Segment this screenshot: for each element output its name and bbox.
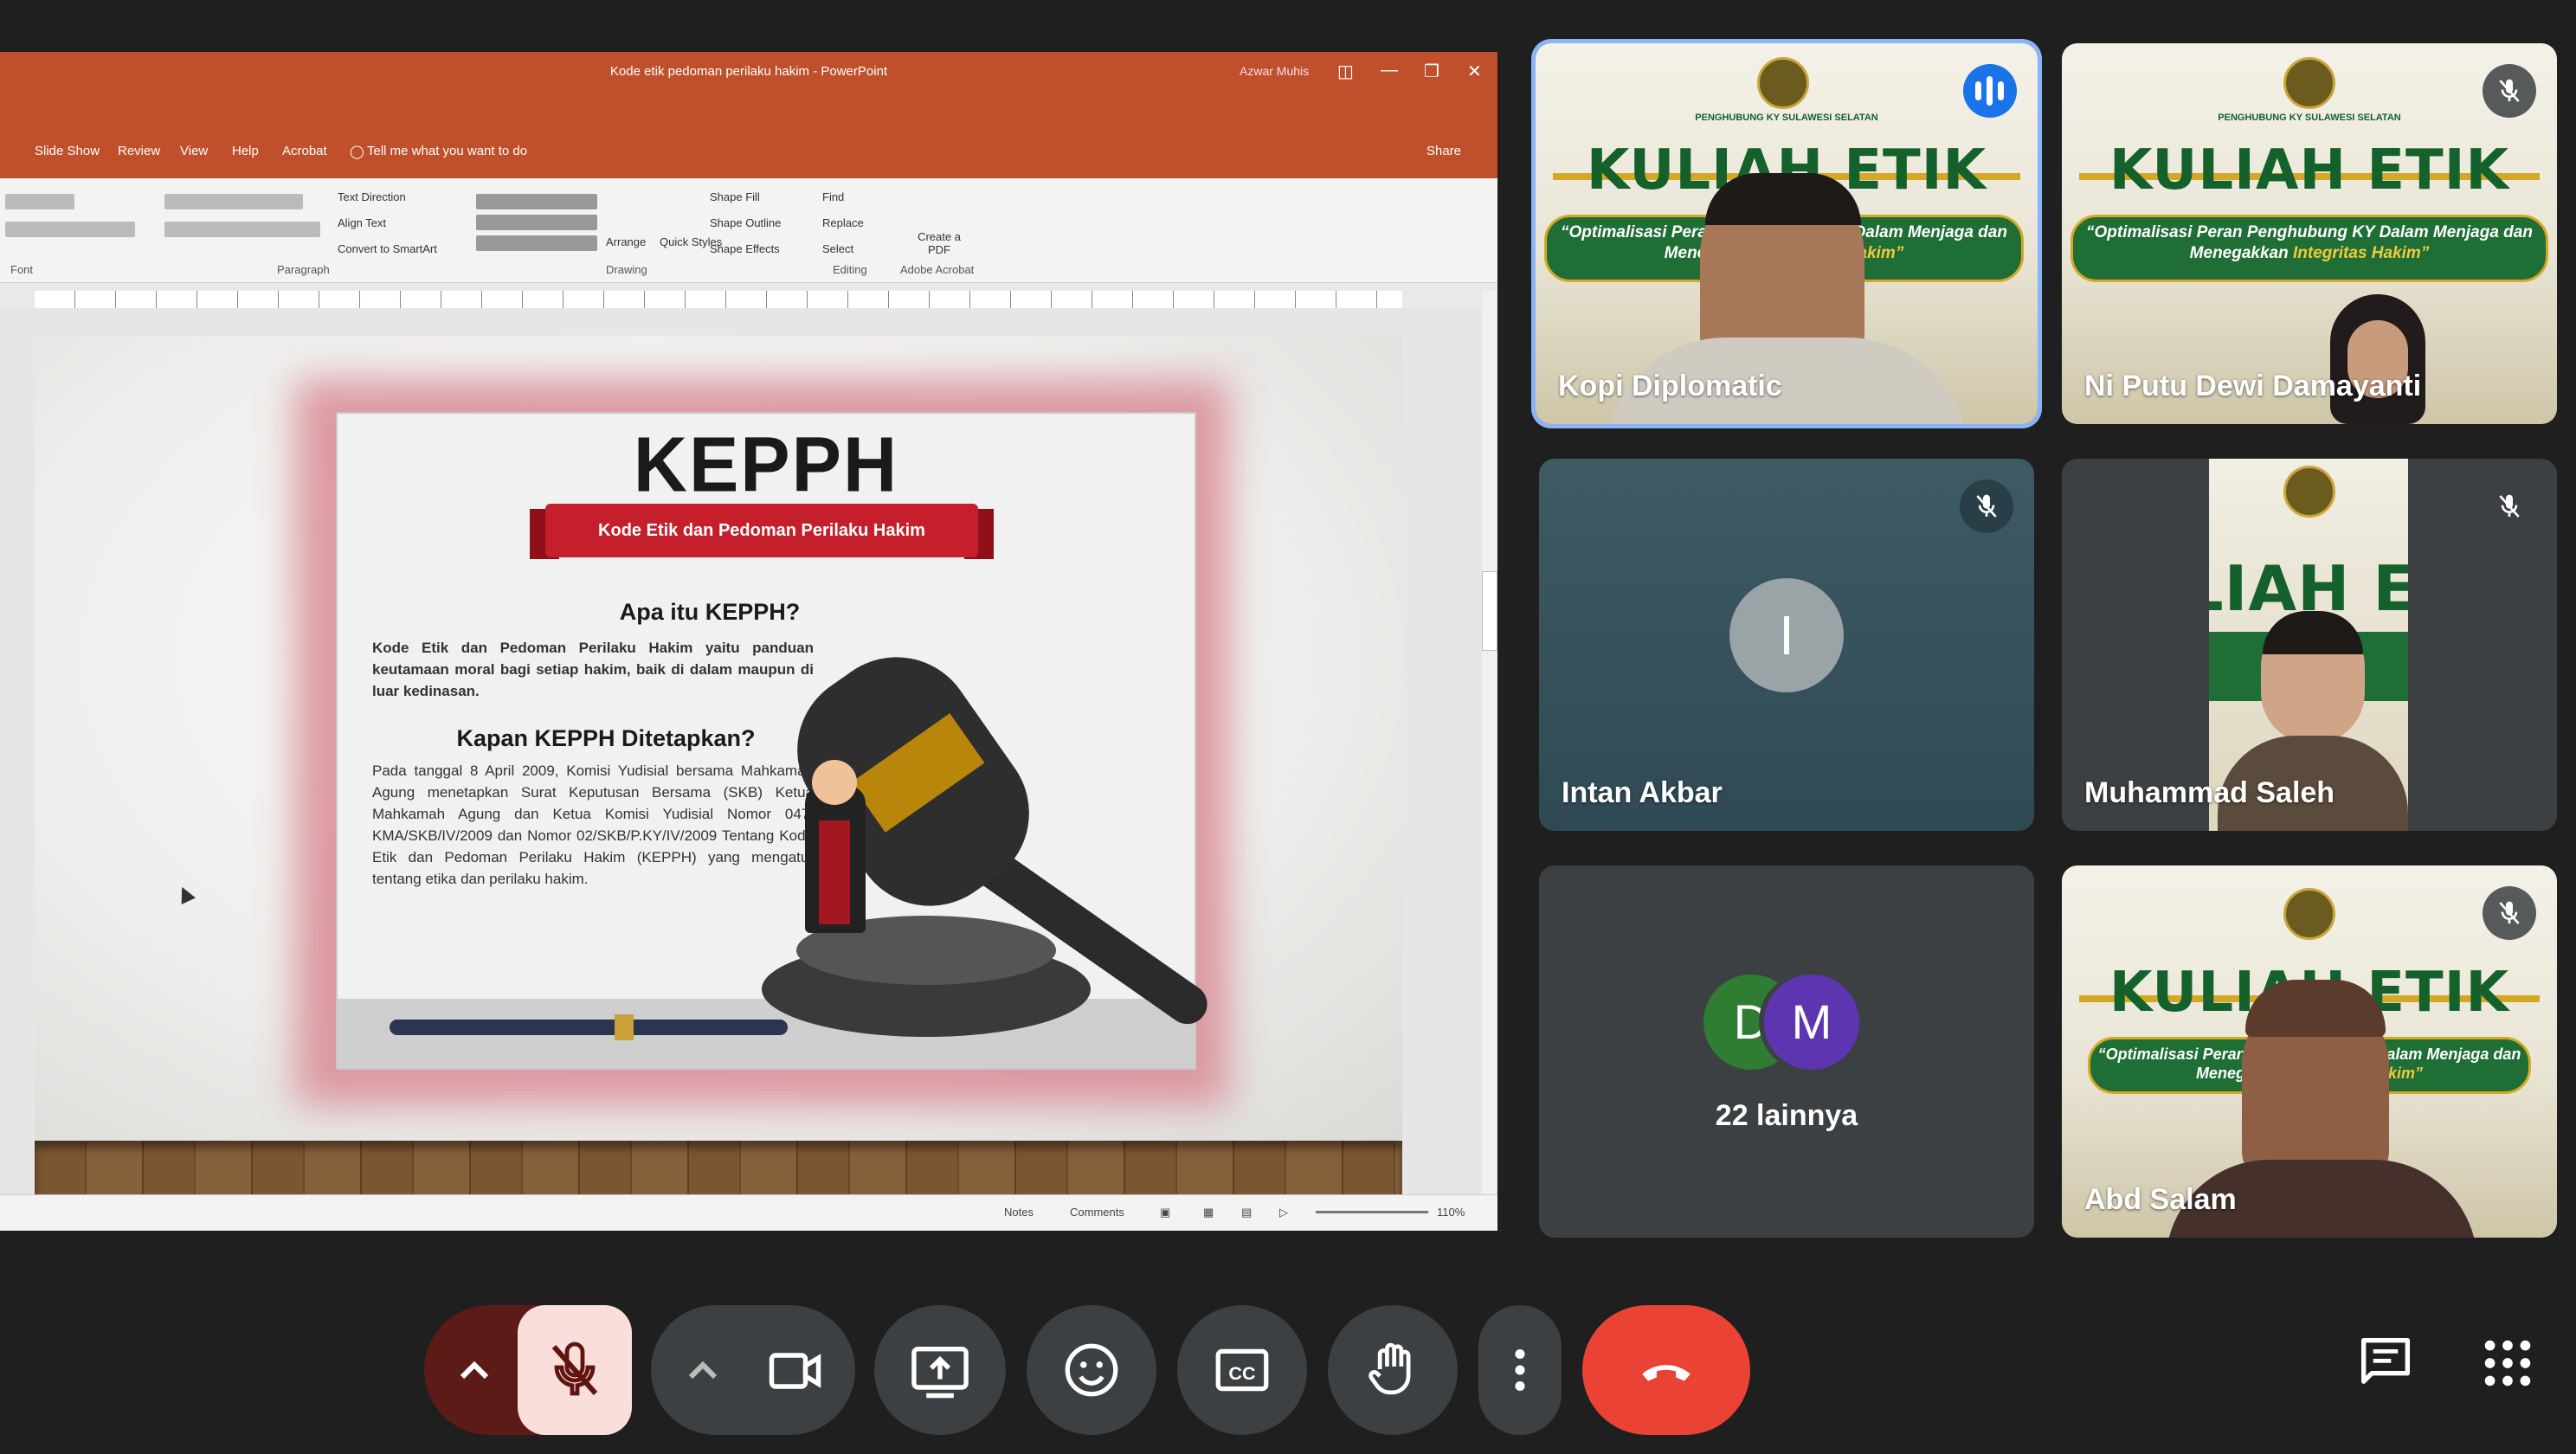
ribbon-display-icon[interactable]: ◫: [1337, 61, 1354, 82]
zoom-slider[interactable]: [1316, 1211, 1428, 1213]
ppt-title-bar: Kode etik pedoman perilaku hakim - Power…: [0, 52, 1497, 125]
end-call-icon: [1642, 1365, 1690, 1381]
replace-button[interactable]: Replace: [822, 216, 864, 229]
slide-answer-1: Kode Etik dan Pedoman Perilaku Hakim yai…: [372, 640, 814, 699]
horizontal-ruler: [35, 291, 1402, 309]
raise-hand-button[interactable]: [1328, 1305, 1458, 1435]
ppt-status-bar: Notes Comments ▣ ▦ ▤ ▷ 110%: [0, 1194, 1497, 1231]
menu-slide-show[interactable]: Slide Show: [35, 144, 100, 158]
slide-answer-2: Pada tanggal 8 April 2009, Komisi Yudisi…: [372, 762, 814, 887]
reading-view-icon[interactable]: ▤: [1241, 1206, 1252, 1219]
menu-acrobat[interactable]: Acrobat: [282, 144, 327, 158]
menu-view[interactable]: View: [180, 144, 208, 158]
close-icon[interactable]: ✕: [1467, 61, 1482, 82]
banner-org: PENGHUBUNG KY SULAWESI SELATAN: [1695, 113, 1878, 123]
camera-options-chevron-up-icon[interactable]: [679, 1347, 727, 1399]
speaking-indicator-icon: [1963, 64, 2017, 118]
arrange-button[interactable]: Arrange: [606, 235, 646, 248]
present-screen-icon: [911, 1346, 969, 1399]
create-pdf-button[interactable]: Create a PDF: [918, 230, 961, 256]
participant-tile-intan-akbar[interactable]: I Intan Akbar: [1539, 459, 2034, 831]
text-direction-button[interactable]: Text Direction: [338, 190, 406, 203]
hand-icon: [1368, 1342, 1411, 1395]
comments-button[interactable]: Comments: [1070, 1206, 1124, 1219]
participant-tile-kopi-diplomatic[interactable]: PENGHUBUNG KY SULAWESI SELATAN KULIAH ET…: [1536, 43, 2038, 424]
ppt-user-name: Azwar Muhis: [1240, 64, 1310, 78]
participant-tile-muhammad-saleh[interactable]: KULIAH ETIK Muhammad Saleh: [2062, 459, 2557, 831]
participant-avatar: I: [1729, 578, 1844, 692]
slide-question-2: Kapan KEPPH Ditetapkan?: [456, 725, 756, 751]
notes-button[interactable]: Notes: [1004, 1206, 1034, 1219]
participant-name: Abd Salam: [2084, 1183, 2237, 1216]
minimize-icon[interactable]: —: [1381, 61, 1398, 80]
mic-options-chevron-up-icon[interactable]: [450, 1347, 499, 1399]
vertical-scrollbar[interactable]: [1482, 291, 1496, 1231]
shape-effects-button[interactable]: Shape Effects: [710, 242, 780, 255]
select-button[interactable]: Select: [822, 242, 853, 255]
captions-icon: CC: [1215, 1348, 1269, 1392]
more-options-button[interactable]: [1478, 1305, 1562, 1435]
participant-tile-ni-putu-dewi-damayanti[interactable]: PENGHUBUNG KY SULAWESI SELATAN KULIAH ET…: [2062, 43, 2557, 424]
svg-text:CC: CC: [1228, 1362, 1255, 1384]
shape-outline-button[interactable]: Shape Outline: [710, 216, 781, 229]
find-button[interactable]: Find: [822, 190, 844, 203]
slideshow-view-icon[interactable]: ▷: [1279, 1206, 1288, 1219]
participant-video: KULIAH ETIK: [2209, 459, 2408, 831]
slide-title: KEPPH: [633, 421, 899, 509]
reactions-button[interactable]: [1027, 1305, 1156, 1435]
slide-editor[interactable]: KEPPH Kode Etik dan Pedoman Perilaku Hak…: [0, 308, 1489, 1231]
group-drawing: Drawing: [606, 263, 647, 276]
ppt-menu-bar: Slide Show Review View Help Acrobat ◯ Te…: [0, 125, 1497, 178]
tell-me-search[interactable]: Tell me what you want to do: [367, 144, 527, 158]
group-font: Font: [10, 263, 34, 276]
captions-button[interactable]: CC: [1177, 1305, 1307, 1435]
menu-review[interactable]: Review: [118, 144, 160, 158]
chat-icon[interactable]: [2353, 1329, 2418, 1399]
shared-screen: Kode etik pedoman perilaku hakim - Power…: [0, 52, 1497, 1231]
others-count: 22 lainnya: [1715, 1099, 1858, 1132]
mic-off-icon: [1960, 479, 2013, 533]
mic-toggle-button[interactable]: [518, 1305, 632, 1435]
ppt-ribbon: Text Direction Align Text Convert to Sma…: [0, 178, 1497, 283]
organization-logo: [1757, 57, 1809, 109]
scrollbar-thumb[interactable]: [1482, 571, 1497, 651]
mic-off-icon: [2483, 886, 2536, 940]
participant-tile-others[interactable]: D M 22 lainnya: [1539, 865, 2034, 1238]
apps-grid-icon[interactable]: [2477, 1333, 2538, 1398]
restore-icon[interactable]: ❐: [1424, 61, 1439, 82]
participant-name: Ni Putu Dewi Damayanti: [2084, 370, 2422, 402]
slide-banner: Kode Etik dan Pedoman Perilaku Hakim: [545, 504, 978, 557]
participant-name: Intan Akbar: [1562, 776, 1723, 809]
participant-name: Muhammad Saleh: [2084, 776, 2335, 809]
lightbulb-icon: ◯: [350, 145, 364, 159]
convert-smartart-button[interactable]: Convert to SmartArt: [338, 242, 437, 255]
group-editing: Editing: [833, 263, 867, 276]
pen: [390, 1020, 788, 1035]
poster: KEPPH Kode Etik dan Pedoman Perilaku Hak…: [338, 414, 1215, 1068]
align-text-button[interactable]: Align Text: [338, 216, 386, 229]
share-button[interactable]: Share: [1426, 144, 1461, 158]
normal-view-icon[interactable]: ▣: [1160, 1206, 1170, 1219]
avatar: M: [1764, 975, 1859, 1070]
participant-name: Kopi Diplomatic: [1558, 370, 1782, 402]
present-button[interactable]: [874, 1305, 1006, 1435]
mic-off-icon: [2483, 479, 2536, 533]
slide[interactable]: KEPPH Kode Etik dan Pedoman Perilaku Hak…: [35, 336, 1402, 1231]
slide-sorter-icon[interactable]: ▦: [1203, 1206, 1214, 1219]
menu-help[interactable]: Help: [232, 144, 259, 158]
emoji-icon: [1065, 1343, 1118, 1397]
group-adobe-acrobat: Adobe Acrobat: [900, 263, 975, 276]
participant-tile-abd-salam[interactable]: KULIAH ETIK “Optimalisasi Peran Penghubu…: [2062, 865, 2557, 1238]
zoom-level[interactable]: 110%: [1437, 1206, 1465, 1219]
leave-call-button[interactable]: [1582, 1305, 1750, 1435]
shape-fill-button[interactable]: Shape Fill: [710, 190, 760, 203]
more-vert-icon: [1515, 1348, 1525, 1392]
organization-logo: [2283, 888, 2335, 940]
group-paragraph: Paragraph: [277, 263, 330, 276]
mic-off-icon: [2483, 64, 2536, 118]
organization-logo: [2283, 57, 2335, 109]
mic-off-icon: [551, 1341, 598, 1396]
camera-icon[interactable]: [765, 1340, 828, 1406]
slide-question-1: Apa itu KEPPH?: [619, 599, 801, 625]
